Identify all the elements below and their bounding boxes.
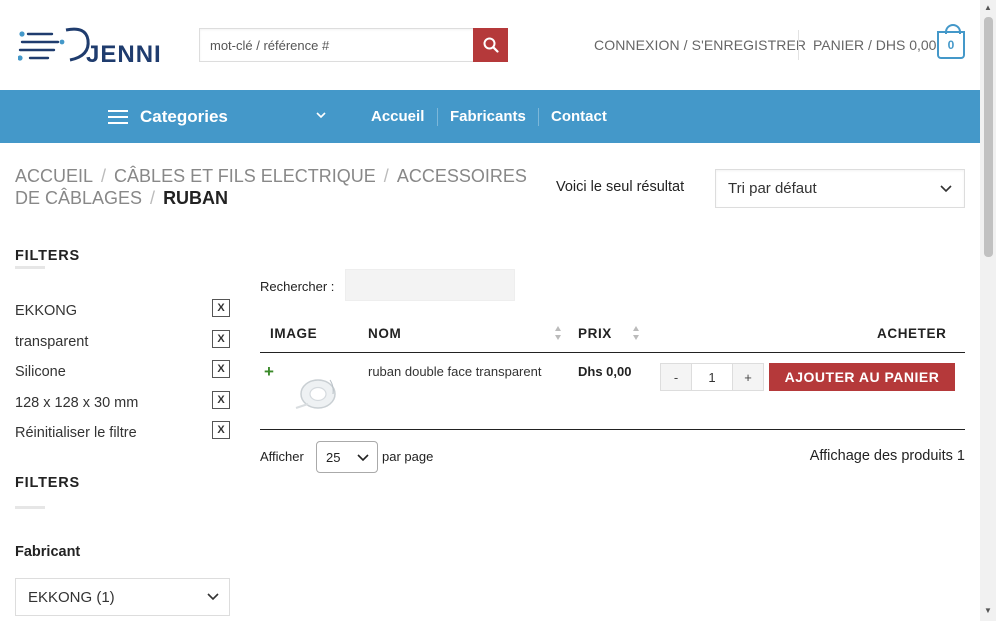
qty-increase-button[interactable]: + [733,364,763,390]
manufacturer-title: Fabricant [15,544,81,560]
scrollbar-thumb[interactable] [984,17,993,257]
chevron-down-icon[interactable] [316,110,326,122]
qty-decrease-button[interactable]: - [661,364,691,390]
column-header-buy: ACHETER [877,326,947,341]
scroll-up-icon[interactable]: ▲ [984,3,992,12]
showing-products-text: Affichage des produits 1 [809,448,965,464]
search-input[interactable] [199,28,474,62]
table-header-divider [260,352,965,353]
sort-icon[interactable] [632,324,640,342]
sort-select[interactable]: Tri par défaut [715,169,965,208]
jenni-logo[interactable]: JENNI [18,22,168,68]
nav-item-contact[interactable]: Contact [551,90,607,143]
per-page-value: 25 [326,450,341,465]
filter-label: Silicone [15,364,66,380]
column-header-image: IMAGE [270,326,318,341]
active-filter-silicone[interactable]: Silicone X [15,360,231,384]
filters-title-2: FILTERS [15,475,80,491]
cart-link[interactable]: PANIER / DHS 0,00 [813,37,936,53]
product-price: Dhs 0,00 [578,364,632,379]
cart-count: 0 [947,38,955,52]
nav-item-accueil[interactable]: Accueil [371,90,424,143]
product-name-link[interactable]: ruban double face transparent [368,364,541,379]
table-search-input[interactable] [345,269,515,301]
result-count-text: Voici le seul résultat [556,179,685,195]
active-filter-transparent[interactable]: transparent X [15,330,231,354]
remove-filter-icon[interactable]: X [212,330,230,348]
search-button[interactable] [473,28,508,62]
per-page-select[interactable]: 25 [316,441,378,473]
table-footer-divider [260,429,965,430]
breadcrumb-current: RUBAN [163,188,229,208]
per-page-label: par page [382,449,434,464]
categories-toggle[interactable]: Categories [108,90,228,143]
chevron-down-icon [207,593,219,601]
remove-filter-icon[interactable]: X [212,391,230,409]
filter-label: EKKONG [15,303,78,319]
breadcrumb-item-accueil[interactable]: ACCUEIL [15,166,93,186]
quantity-stepper: - 1 + [660,363,764,391]
manufacturer-select[interactable]: EKKONG (1) [15,578,230,616]
main-nav: Categories Accueil Fabricants Contact [0,90,980,143]
remove-filter-icon[interactable]: X [212,421,230,439]
qty-input[interactable]: 1 [691,364,733,390]
filters-title: FILTERS [15,248,80,264]
site-header: JENNI CONNEXION / S'ENREGISTRER PANIER /… [0,0,980,90]
cart-icon[interactable]: 0 [937,24,965,59]
chevron-down-icon [357,454,369,462]
title-underline [15,506,45,509]
search-icon [483,37,499,53]
add-to-cart-button[interactable]: AJOUTER AU PANIER [769,363,955,391]
login-register-link[interactable]: CONNEXION / S'ENREGISTRER [594,37,806,53]
column-header-price[interactable]: PRIX [578,326,612,341]
title-underline [15,266,45,269]
scroll-down-icon[interactable]: ▼ [984,606,992,615]
filter-label: 128 x 128 x 30 mm [15,395,139,411]
active-filter-ekkong[interactable]: EKKONG X [15,299,231,323]
header-search [199,28,508,62]
breadcrumb-item-cables[interactable]: CÂBLES ET FILS ELECTRIQUE [114,166,376,186]
nav-divider [538,108,539,126]
remove-filter-icon[interactable]: X [212,360,230,378]
product-image[interactable] [290,368,342,414]
page-scrollbar[interactable]: ▲ ▼ [980,0,996,621]
active-filter-dimensions[interactable]: 128 x 128 x 30 mm X [15,391,231,415]
expand-row-icon[interactable]: + [264,362,274,382]
nav-divider [437,108,438,126]
sort-selected-value: Tri par défaut [728,180,817,197]
filter-label: Réinitialiser le filtre [15,425,137,441]
nav-item-fabricants[interactable]: Fabricants [450,90,526,143]
menu-icon [108,109,128,124]
table-search-label: Rechercher : [260,279,335,294]
column-header-name[interactable]: NOM [368,326,401,341]
filter-label: transparent [15,334,89,350]
remove-filter-icon[interactable]: X [212,299,230,317]
categories-label: Categories [140,106,228,126]
manufacturer-selected-value: EKKONG (1) [28,589,115,606]
header-divider [798,30,799,60]
breadcrumb: ACCUEIL / CÂBLES ET FILS ELECTRIQUE / ACCESS… [15,166,527,208]
sort-icon[interactable] [554,324,562,342]
chevron-down-icon [940,185,952,193]
brand-name: JENNI [86,41,162,68]
show-label: Afficher [260,449,304,464]
reset-filter[interactable]: Réinitialiser le filtre X [15,421,231,445]
